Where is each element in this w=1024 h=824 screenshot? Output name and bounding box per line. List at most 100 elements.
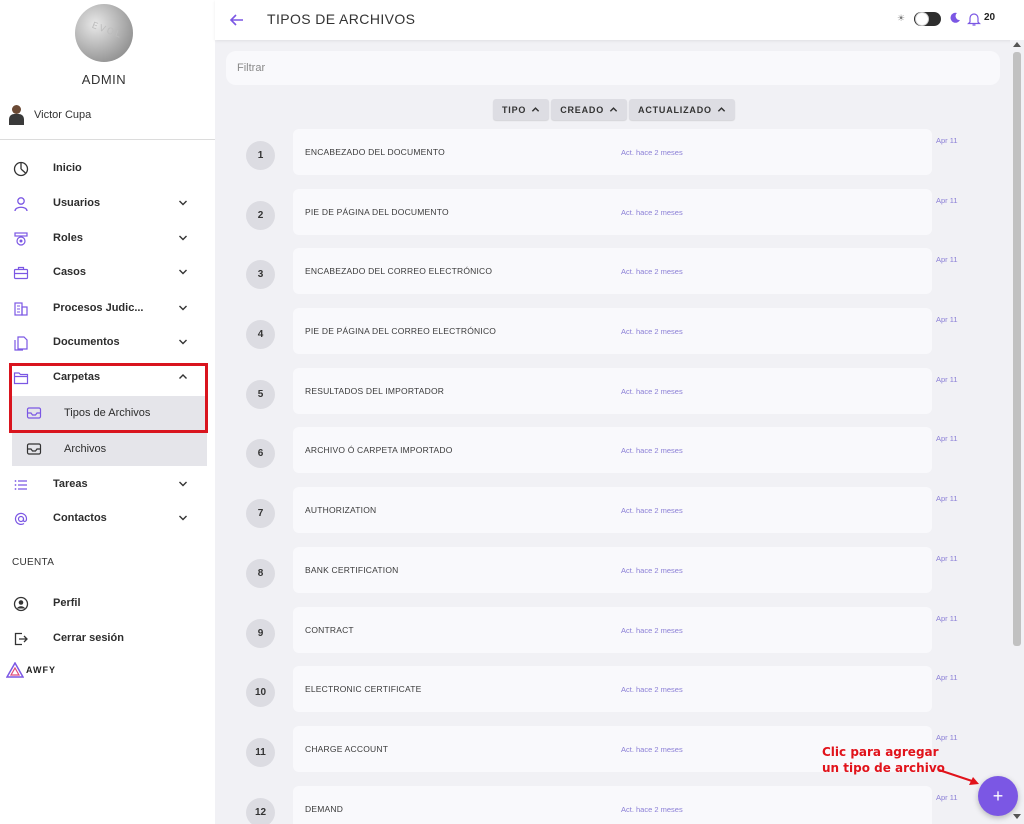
brand-logo: AWFY [6,662,56,678]
list-item: 2 PIE DE PÁGINA DEL DOCUMENTO Act. hace 2 … [215,188,1024,248]
row-number: 2 [246,200,275,230]
chevron-down-icon [176,477,190,491]
created-date: Apr 11 [936,374,958,384]
list-item-card[interactable]: CONTRACT Act. hace 2 meses [293,606,932,653]
back-arrow-icon[interactable] [227,10,247,30]
sort-label: CREADO [560,104,605,115]
created-date: Apr 11 [936,732,958,742]
scrollbar[interactable] [1010,40,1024,824]
nav-label: Perfil [53,597,81,609]
archive-icon [26,441,42,457]
list-item: 9 CONTRACT Act. hace 2 meses Apr 11 [215,606,1024,666]
avatar [8,105,24,125]
list-icon [12,476,30,494]
nav-item-cerrar-sesion[interactable]: Cerrar sesión [0,621,208,655]
scroll-thumb[interactable] [1013,52,1021,646]
brand-text: AWFY [26,665,56,675]
dashboard-icon [12,160,30,178]
chevron-up-icon [532,107,540,112]
add-file-type-button[interactable]: + [978,776,1018,816]
nav-label: Procesos Judic... [53,302,144,314]
updated-text: Act. hace 2 meses [621,148,683,157]
plus-icon: + [992,785,1004,806]
logo-circle-text: EVOL [90,20,124,42]
chevron-up-icon [609,107,618,112]
row-number: 6 [246,439,275,469]
list-item: 5 RESULTADOS DEL IMPORTADOR Act. hace 2 me… [215,367,1024,427]
nav-item-usuarios[interactable]: Usuarios [0,186,208,220]
created-date: Apr 11 [936,673,958,683]
at-icon [12,510,30,528]
list-item-card[interactable]: ARCHIVO Ó CARPETA IMPORTADO Act. hace 2 m… [293,427,932,474]
sort-button-actualizado[interactable]: ACTUALIZADO [629,99,735,120]
list-item-card[interactable]: ELECTRONIC CERTIFICATE Act. hace 2 meses [293,666,932,713]
list-item-card[interactable]: DEMAND Act. hace 2 meses [293,785,932,824]
list-item: 1 ENCABEZADO DEL DOCUMENTO Act. hace 2 mes… [215,128,1024,188]
file-type-name: ARCHIVO Ó CARPETA IMPORTADO [305,445,453,456]
filter-bar [226,51,1000,85]
triangle-logo-icon [6,662,24,678]
nav-item-contactos[interactable]: Contactos [0,501,208,535]
nav-item-documentos[interactable]: Documentos [0,325,208,359]
scroll-up-arrow-icon[interactable] [1013,42,1021,47]
list-item-card[interactable]: BANK CERTIFICATION Act. hace 2 meses [293,546,932,593]
list-item-card[interactable]: ENCABEZADO DEL DOCUMENTO Act. hace 2 mese… [293,129,932,175]
theme-toggle[interactable] [914,12,941,26]
list-item: 12 DEMAND Act. hace 2 meses Apr 11 [215,785,1024,824]
row-number: 8 [246,558,275,588]
list-item-card[interactable]: ENCABEZADO DEL CORREO ELECTRÓNICO Act. ha… [293,248,932,295]
notification-count: 20 [984,12,996,23]
updated-text: Act. hace 2 meses [621,506,683,516]
file-type-name: BANK CERTIFICATION [305,564,399,575]
bell-icon[interactable] [967,11,981,27]
row-number: 5 [246,379,275,409]
scroll-down-arrow-icon[interactable] [1013,814,1021,819]
briefcase-icon [12,264,30,282]
nav-item-procesos[interactable]: Procesos Judic... [0,291,208,325]
list-item-card[interactable]: PIE DE PÁGINA DEL DOCUMENTO Act. hace 2 m… [293,188,932,235]
file-type-name: CHARGE ACCOUNT [305,743,389,754]
admin-title: ADMIN [81,72,127,87]
chevron-down-icon [176,196,190,210]
file-type-name: AUTHORIZATION [305,505,377,516]
created-date: Apr 11 [936,613,958,623]
chevron-down-icon [176,231,190,245]
updated-text: Act. hace 2 meses [621,267,683,277]
divider [0,139,215,140]
sort-button-creado[interactable]: CREADO [551,99,628,120]
page-title: TIPOS DE ARCHIVOS [267,11,416,27]
main-content: TIPOS DE ARCHIVOS ☀ 20 TIPO CREADO ACTUA… [215,0,1024,824]
list-item: 10 ELECTRONIC CERTIFICATE Act. hace 2 mese… [215,665,1024,725]
row-number: 4 [246,320,275,350]
chevron-down-icon [176,301,190,315]
moon-icon [950,12,960,23]
nav-item-tareas[interactable]: Tareas [0,467,208,501]
list-item: 7 AUTHORIZATION Act. hace 2 meses Apr 11 [215,486,1024,546]
updated-text: Act. hace 2 meses [621,327,683,337]
user-profile[interactable]: Victor Cupa [8,105,91,125]
nav-item-inicio[interactable]: Inicio [0,151,208,185]
nav-label: Tareas [53,478,88,490]
nav-item-perfil[interactable]: Perfil [0,586,208,620]
created-date: Apr 11 [936,434,958,444]
list-item: 6 ARCHIVO Ó CARPETA IMPORTADO Act. hace 2 … [215,426,1024,486]
nav-subitem-archivos[interactable]: Archivos [12,432,207,466]
row-number: 3 [246,260,275,290]
row-number: 11 [246,737,275,767]
annotation-line-2: un tipo de archivo [822,761,945,775]
row-number: 1 [246,141,275,170]
annotation-callout: Clic para agregar un tipo de archivo [822,744,945,776]
nav-item-roles[interactable]: Roles [0,221,208,255]
sort-label: ACTUALIZADO [638,104,712,115]
filter-input[interactable] [226,51,1000,85]
sort-button-tipo[interactable]: TIPO [493,99,550,120]
profile-icon [12,595,30,613]
top-bar: TIPOS DE ARCHIVOS ☀ 20 [215,0,1024,40]
nav-item-casos[interactable]: Casos [0,255,208,289]
row-number: 7 [246,499,275,529]
nav-label: Archivos [64,443,107,455]
documents-icon [12,334,30,352]
list-item-card[interactable]: RESULTADOS DEL IMPORTADOR Act. hace 2 mes… [293,367,932,414]
list-item-card[interactable]: PIE DE PÁGINA DEL CORREO ELECTRÓNICO Act.… [293,308,932,355]
list-item-card[interactable]: AUTHORIZATION Act. hace 2 meses [293,487,932,534]
